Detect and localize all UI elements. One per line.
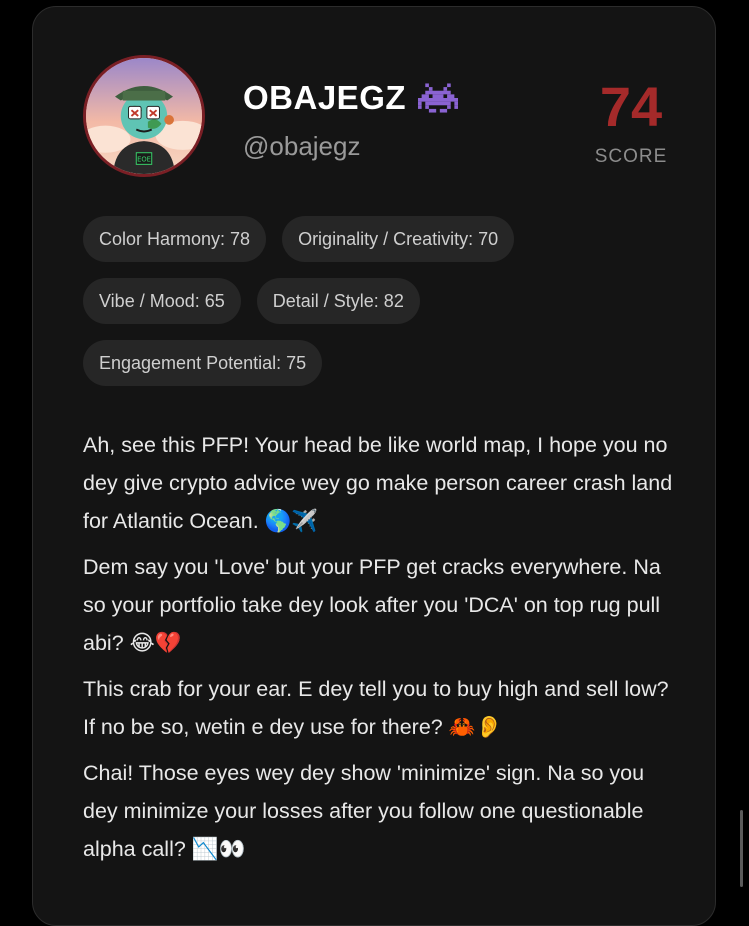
- avatar-image: EOE: [86, 58, 202, 174]
- metric-chips: Color Harmony: 78 Originality / Creativi…: [83, 216, 643, 402]
- metric-chip-detail: Detail / Style: 82: [256, 278, 420, 324]
- score-block: 74 SCORE: [581, 75, 681, 167]
- score-label: SCORE: [594, 146, 668, 167]
- roast-paragraph: This crab for your ear. E dey tell you t…: [83, 677, 669, 739]
- roast-text: Ah, see this PFP! Your head be like worl…: [83, 426, 683, 876]
- name-row: OBAJEGZ: [243, 79, 459, 116]
- svg-text:EOE: EOE: [137, 155, 151, 163]
- roast-paragraph: Ah, see this PFP! Your head be like worl…: [83, 433, 673, 533]
- avatar[interactable]: EOE: [83, 55, 205, 177]
- metric-chip-originality: Originality / Creativity: 70: [282, 216, 515, 262]
- chip-row: Engagement Potential: 75: [83, 340, 643, 386]
- chip-row: Vibe / Mood: 65 Detail / Style: 82: [83, 278, 643, 324]
- scrollbar-thumb[interactable]: [740, 810, 743, 887]
- user-handle[interactable]: @obajegz: [243, 133, 360, 159]
- display-name: OBAJEGZ: [243, 79, 407, 116]
- chip-row: Color Harmony: 78 Originality / Creativi…: [83, 216, 643, 262]
- metric-chip-vibe: Vibe / Mood: 65: [83, 278, 241, 324]
- space-invader-icon: [418, 82, 459, 113]
- metric-chip-color-harmony: Color Harmony: 78: [83, 216, 267, 262]
- score-value: 74: [599, 75, 663, 138]
- profile-card: EOE OBAJEGZ @obajegz 74 SCORE Color Harm…: [32, 6, 716, 926]
- metric-chip-engagement: Engagement Potential: 75: [83, 340, 323, 386]
- roast-paragraph: Chai! Those eyes wey dey show 'minimize'…: [83, 761, 645, 861]
- roast-paragraph: Dem say you 'Love' but your PFP get crac…: [83, 555, 661, 655]
